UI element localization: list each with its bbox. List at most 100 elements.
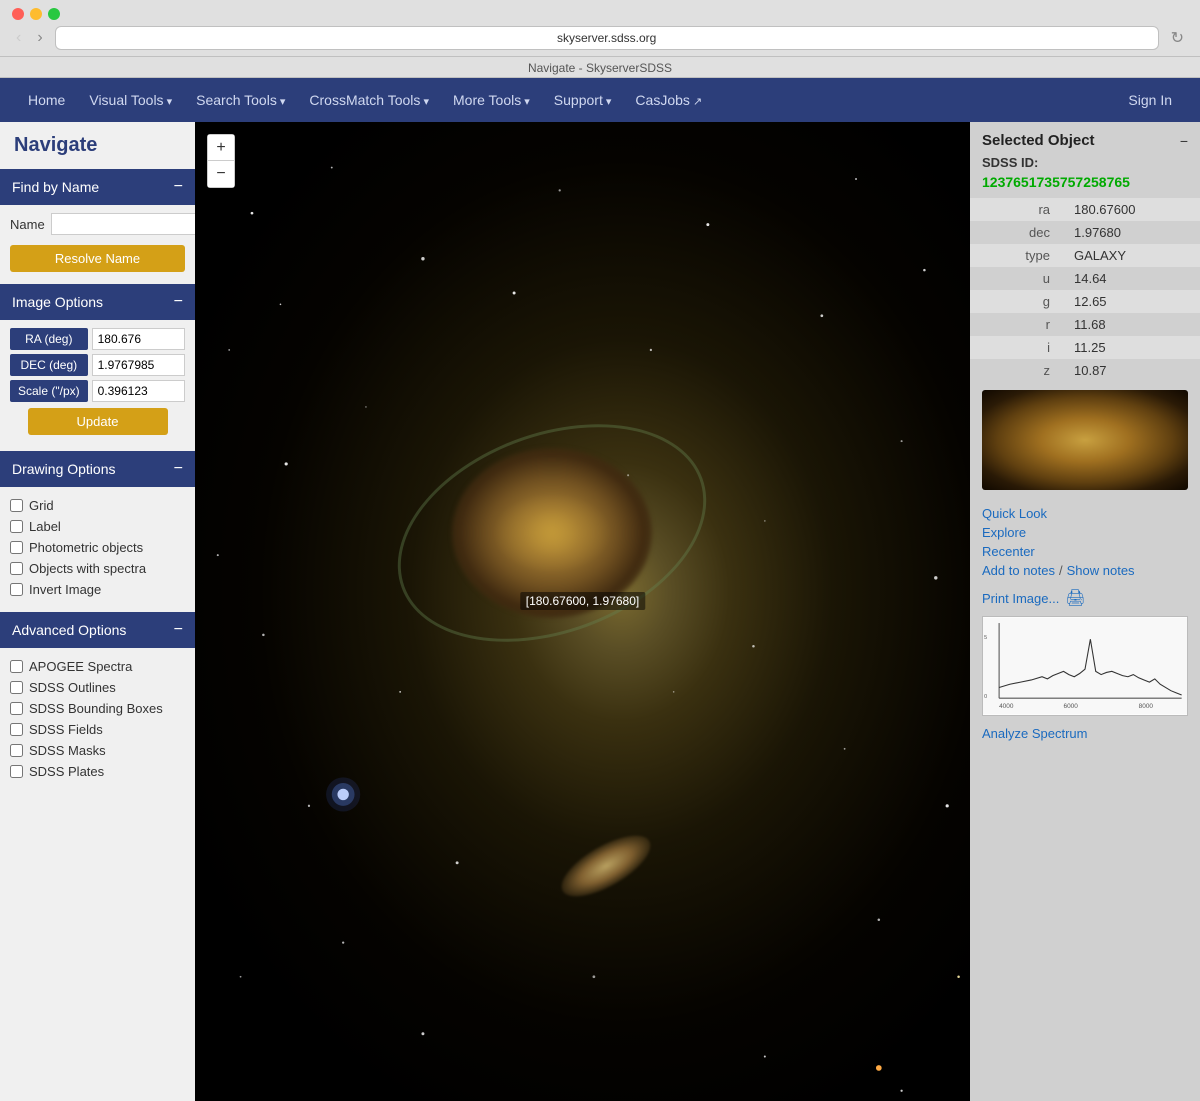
- apogee-checkbox[interactable]: [10, 660, 23, 673]
- svg-text:5: 5: [984, 635, 987, 641]
- checkbox-sdss-bounding[interactable]: SDSS Bounding Boxes: [10, 698, 185, 719]
- table-row: g12.65: [970, 290, 1200, 313]
- collapse-find-by-name[interactable]: −: [174, 179, 183, 195]
- close-btn[interactable]: [12, 8, 24, 20]
- zoom-in-button[interactable]: +: [208, 135, 234, 161]
- map-container[interactable]: [180.67600, 1.97680] + −: [195, 122, 970, 1101]
- sdss-bounding-label: SDSS Bounding Boxes: [29, 701, 163, 716]
- checkbox-invert[interactable]: Invert Image: [10, 579, 185, 600]
- checkbox-sdss-plates[interactable]: SDSS Plates: [10, 761, 185, 782]
- table-row: z10.87: [970, 359, 1200, 382]
- invert-checkbox[interactable]: [10, 583, 23, 596]
- browser-traffic: [12, 8, 1188, 20]
- checkbox-photometric[interactable]: Photometric objects: [10, 537, 185, 558]
- name-label: Name: [10, 217, 45, 232]
- field-key: z: [970, 359, 1062, 382]
- section-advanced-options[interactable]: Advanced Options −: [0, 612, 195, 648]
- section-find-by-name[interactable]: Find by Name −: [0, 169, 195, 205]
- collapse-drawing-options[interactable]: −: [174, 461, 183, 477]
- nav-sign-in[interactable]: Sign In: [1116, 82, 1184, 118]
- field-key: ra: [970, 198, 1062, 221]
- section-advanced-options-label: Advanced Options: [12, 622, 126, 638]
- nav-support[interactable]: Support: [542, 82, 624, 118]
- panel-title: Selected Object: [982, 132, 1095, 149]
- checkbox-grid[interactable]: Grid: [10, 495, 185, 516]
- data-table: ra180.67600dec1.97680typeGALAXYu14.64g12…: [970, 198, 1200, 382]
- reload-btn[interactable]: ↻: [1167, 26, 1188, 50]
- notes-divider: /: [1059, 563, 1063, 578]
- checkbox-sdss-outlines[interactable]: SDSS Outlines: [10, 677, 185, 698]
- add-to-notes-link[interactable]: Add to notes: [982, 561, 1055, 580]
- nav-more-tools[interactable]: More Tools: [441, 82, 542, 118]
- back-btn[interactable]: ‹: [12, 27, 25, 49]
- zoom-out-button[interactable]: −: [208, 161, 234, 187]
- advanced-options-body: APOGEE Spectra SDSS Outlines SDSS Boundi…: [0, 648, 195, 790]
- section-drawing-options[interactable]: Drawing Options −: [0, 451, 195, 487]
- checkbox-apogee[interactable]: APOGEE Spectra: [10, 656, 185, 677]
- analyze-spectrum-link[interactable]: Analyze Spectrum: [970, 720, 1200, 747]
- sdss-fields-checkbox[interactable]: [10, 723, 23, 736]
- print-row: Print Image... 🖨: [970, 584, 1200, 612]
- spectrum-svg: 4000 6000 8000 0 5: [983, 617, 1187, 715]
- sdss-outlines-label: SDSS Outlines: [29, 680, 116, 695]
- section-image-options[interactable]: Image Options −: [0, 284, 195, 320]
- field-key: type: [970, 244, 1062, 267]
- sdss-plates-label: SDSS Plates: [29, 764, 104, 779]
- nav-casjobs[interactable]: CasJobs: [623, 82, 714, 118]
- invert-label: Invert Image: [29, 582, 101, 597]
- dec-input[interactable]: [92, 354, 185, 376]
- panel-links: Quick Look Explore Recenter Add to notes…: [970, 500, 1200, 584]
- image-options-body: RA (deg) DEC (deg) Scale ("/px) Update: [0, 320, 195, 447]
- checkbox-sdss-fields[interactable]: SDSS Fields: [10, 719, 185, 740]
- field-value: 10.87: [1062, 359, 1200, 382]
- update-button[interactable]: Update: [28, 408, 168, 435]
- svg-text:4000: 4000: [999, 703, 1014, 710]
- sdss-id-value[interactable]: 1237651735757258765: [970, 174, 1200, 198]
- photometric-checkbox[interactable]: [10, 541, 23, 554]
- nav-visual-tools[interactable]: Visual Tools: [77, 82, 184, 118]
- grid-checkbox[interactable]: [10, 499, 23, 512]
- svg-text:6000: 6000: [1064, 703, 1079, 710]
- collapse-image-options[interactable]: −: [174, 294, 183, 310]
- checkbox-sdss-masks[interactable]: SDSS Masks: [10, 740, 185, 761]
- address-bar[interactable]: skyserver.sdss.org: [55, 26, 1159, 50]
- show-notes-link[interactable]: Show notes: [1067, 561, 1135, 580]
- field-key: u: [970, 267, 1062, 290]
- print-image-link[interactable]: Print Image...: [982, 591, 1059, 606]
- sdss-outlines-checkbox[interactable]: [10, 681, 23, 694]
- sdss-fields-label: SDSS Fields: [29, 722, 103, 737]
- label-text: Label: [29, 519, 61, 534]
- minimize-btn[interactable]: [30, 8, 42, 20]
- field-value: 180.67600: [1062, 198, 1200, 221]
- ra-input[interactable]: [92, 328, 185, 350]
- nav-home[interactable]: Home: [16, 82, 77, 118]
- nav-search-tools[interactable]: Search Tools: [184, 82, 297, 118]
- sdss-plates-checkbox[interactable]: [10, 765, 23, 778]
- panel-header: Selected Object −: [970, 122, 1200, 155]
- explore-link[interactable]: Explore: [982, 523, 1188, 542]
- checkbox-label[interactable]: Label: [10, 516, 185, 537]
- spectra-checkbox[interactable]: [10, 562, 23, 575]
- spectrum-thumbnail: 4000 6000 8000 0 5: [982, 616, 1188, 716]
- forward-btn[interactable]: ›: [33, 27, 46, 49]
- name-row: Name: [10, 213, 185, 235]
- panel-close-button[interactable]: −: [1180, 133, 1188, 149]
- coord-grid: RA (deg) DEC (deg) Scale ("/px): [10, 328, 185, 402]
- label-checkbox[interactable]: [10, 520, 23, 533]
- name-input[interactable]: [51, 213, 195, 235]
- recenter-link[interactable]: Recenter: [982, 542, 1188, 561]
- table-row: r11.68: [970, 313, 1200, 336]
- quick-look-link[interactable]: Quick Look: [982, 504, 1188, 523]
- resolve-name-button[interactable]: Resolve Name: [10, 245, 185, 272]
- field-key: dec: [970, 221, 1062, 244]
- print-icon[interactable]: 🖨: [1065, 588, 1085, 608]
- nav-crossmatch-tools[interactable]: CrossMatch Tools: [297, 82, 441, 118]
- scale-input[interactable]: [92, 380, 185, 402]
- table-row: ra180.67600: [970, 198, 1200, 221]
- sdss-masks-checkbox[interactable]: [10, 744, 23, 757]
- collapse-advanced-options[interactable]: −: [174, 622, 183, 638]
- sdss-bounding-checkbox[interactable]: [10, 702, 23, 715]
- maximize-btn[interactable]: [48, 8, 60, 20]
- checkbox-spectra[interactable]: Objects with spectra: [10, 558, 185, 579]
- main-layout: Navigate Find by Name − Name Resolve Nam…: [0, 122, 1200, 1101]
